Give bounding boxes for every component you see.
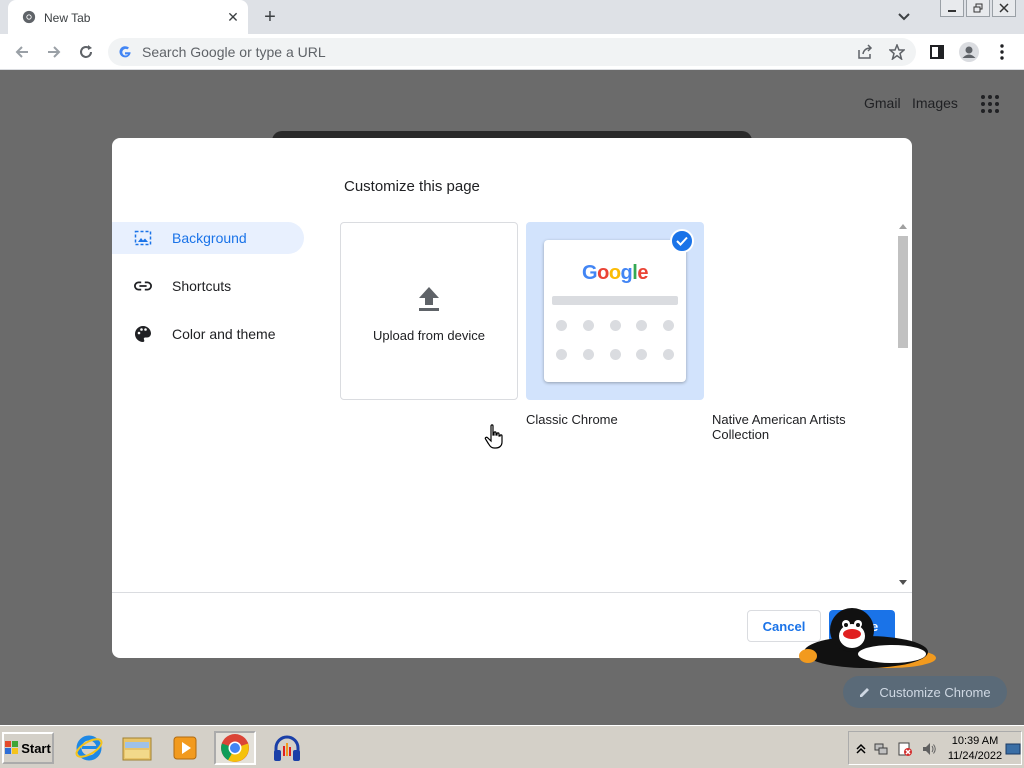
- start-button[interactable]: Start: [2, 732, 54, 764]
- back-arrow-icon: [15, 46, 28, 58]
- tab-title: New Tab: [44, 11, 91, 25]
- upload-from-device-tile[interactable]: Upload from device: [340, 222, 518, 400]
- more-vert-icon: [1000, 44, 1004, 60]
- volume-icon[interactable]: [921, 741, 937, 757]
- upload-icon: [419, 287, 439, 311]
- windows-logo-icon: [5, 741, 19, 754]
- taskbar-audio-app[interactable]: [266, 731, 308, 765]
- menu-item-background[interactable]: Background: [112, 222, 304, 254]
- new-tab-button[interactable]: +: [258, 6, 282, 30]
- window-controls: [940, 0, 1016, 17]
- bookmark-button[interactable]: [888, 43, 906, 61]
- customize-chrome-button[interactable]: Customize Chrome: [843, 676, 1007, 708]
- clock-time: 10:39 AM: [951, 735, 999, 747]
- pencil-icon: [860, 688, 870, 697]
- upload-label: Upload from device: [373, 328, 485, 343]
- chrome-icon: [22, 10, 36, 24]
- scroll-down-arrow-icon[interactable]: [899, 580, 907, 585]
- restore-icon: [973, 3, 983, 13]
- menu-item-label: Background: [172, 230, 247, 246]
- collection-caption[interactable]: Native American Artists Collection: [712, 412, 882, 442]
- profile-button[interactable]: [958, 41, 980, 63]
- customize-dialog: Customize this page Background Shortcuts…: [112, 138, 912, 658]
- pingu-penguin-icon: [799, 608, 936, 668]
- gmail-link[interactable]: Gmail: [864, 95, 901, 111]
- avatar-icon: [959, 42, 979, 62]
- taskbar-chrome[interactable]: [214, 731, 256, 765]
- tab-new-tab[interactable]: New Tab ✕: [8, 0, 248, 34]
- google-g-icon: [119, 46, 131, 58]
- show-hidden-icons-icon[interactable]: [853, 741, 869, 757]
- security-alert-icon[interactable]: [897, 741, 913, 757]
- omnibox-input[interactable]: [142, 38, 842, 66]
- classic-chrome-caption: Classic Chrome: [526, 412, 618, 427]
- system-tray: 10:39 AM 11/24/2022: [848, 731, 1022, 765]
- images-link[interactable]: Images: [912, 95, 958, 111]
- scrollbar[interactable]: [896, 222, 910, 590]
- side-panel-icon: [930, 45, 944, 59]
- taskbar-internet-explorer[interactable]: [68, 731, 110, 765]
- star-icon: [889, 44, 905, 60]
- reload-icon: [80, 45, 92, 58]
- headphones-icon: [274, 735, 300, 761]
- classic-chrome-preview: Google: [544, 240, 686, 382]
- tab-close-icon[interactable]: ✕: [224, 8, 242, 26]
- chrome-icon: [221, 734, 249, 762]
- browser-toolbar: [0, 34, 1024, 70]
- classic-chrome-tile[interactable]: Google: [526, 222, 704, 400]
- clock[interactable]: 10:39 AM 11/24/2022: [945, 734, 1005, 764]
- google-logo: Google: [582, 262, 648, 284]
- scroll-up-arrow-icon[interactable]: [899, 224, 907, 229]
- omnibox[interactable]: [108, 38, 916, 66]
- tab-strip: New Tab ✕ +: [0, 0, 1024, 34]
- menu-item-color-theme[interactable]: Color and theme: [112, 318, 304, 350]
- chrome-menu-button[interactable]: [991, 41, 1013, 63]
- google-apps-icon[interactable]: [981, 95, 999, 113]
- shortcut-dots-row: [556, 349, 674, 360]
- folder-icon: [122, 737, 152, 761]
- side-panel-button[interactable]: [926, 41, 948, 63]
- check-icon: [670, 229, 694, 253]
- hand-cursor-icon: [484, 424, 503, 449]
- minimize-icon: [948, 10, 956, 12]
- footer-divider: [112, 592, 912, 593]
- close-icon: [999, 3, 1009, 13]
- taskbar-media-player[interactable]: [164, 731, 206, 765]
- show-desktop-icon[interactable]: [1005, 741, 1021, 757]
- network-icon[interactable]: [873, 741, 889, 757]
- taskbar-file-explorer[interactable]: [116, 731, 158, 765]
- menu-item-label: Shortcuts: [172, 278, 232, 294]
- internet-explorer-icon: [75, 735, 103, 761]
- media-player-icon: [173, 736, 197, 760]
- menu-item-shortcuts[interactable]: Shortcuts: [112, 270, 304, 302]
- clock-date: 11/24/2022: [947, 750, 1003, 762]
- share-icon: [858, 44, 873, 59]
- restore-button[interactable]: [966, 0, 990, 17]
- forward-button[interactable]: [43, 41, 65, 63]
- customize-chrome-label: Customize Chrome: [879, 684, 991, 700]
- scrollbar-thumb[interactable]: [898, 236, 908, 348]
- link-icon: [134, 281, 152, 291]
- shortcut-dots-row: [556, 320, 674, 331]
- search-bar-placeholder: [552, 296, 678, 305]
- dialog-title: Customize this page: [344, 178, 480, 195]
- tab-search-chevron-icon[interactable]: [894, 8, 914, 26]
- start-label: Start: [21, 740, 51, 756]
- menu-item-label: Color and theme: [172, 326, 276, 342]
- minimize-button[interactable]: [940, 0, 964, 17]
- close-window-button[interactable]: [992, 0, 1016, 17]
- image-icon: [134, 230, 152, 246]
- forward-arrow-icon: [48, 46, 61, 58]
- reload-button[interactable]: [75, 41, 97, 63]
- share-button[interactable]: [856, 43, 874, 61]
- palette-icon: [135, 326, 151, 342]
- taskbar: Start 10:39 AM 11/24/2022: [0, 725, 1024, 768]
- back-button[interactable]: [11, 41, 33, 63]
